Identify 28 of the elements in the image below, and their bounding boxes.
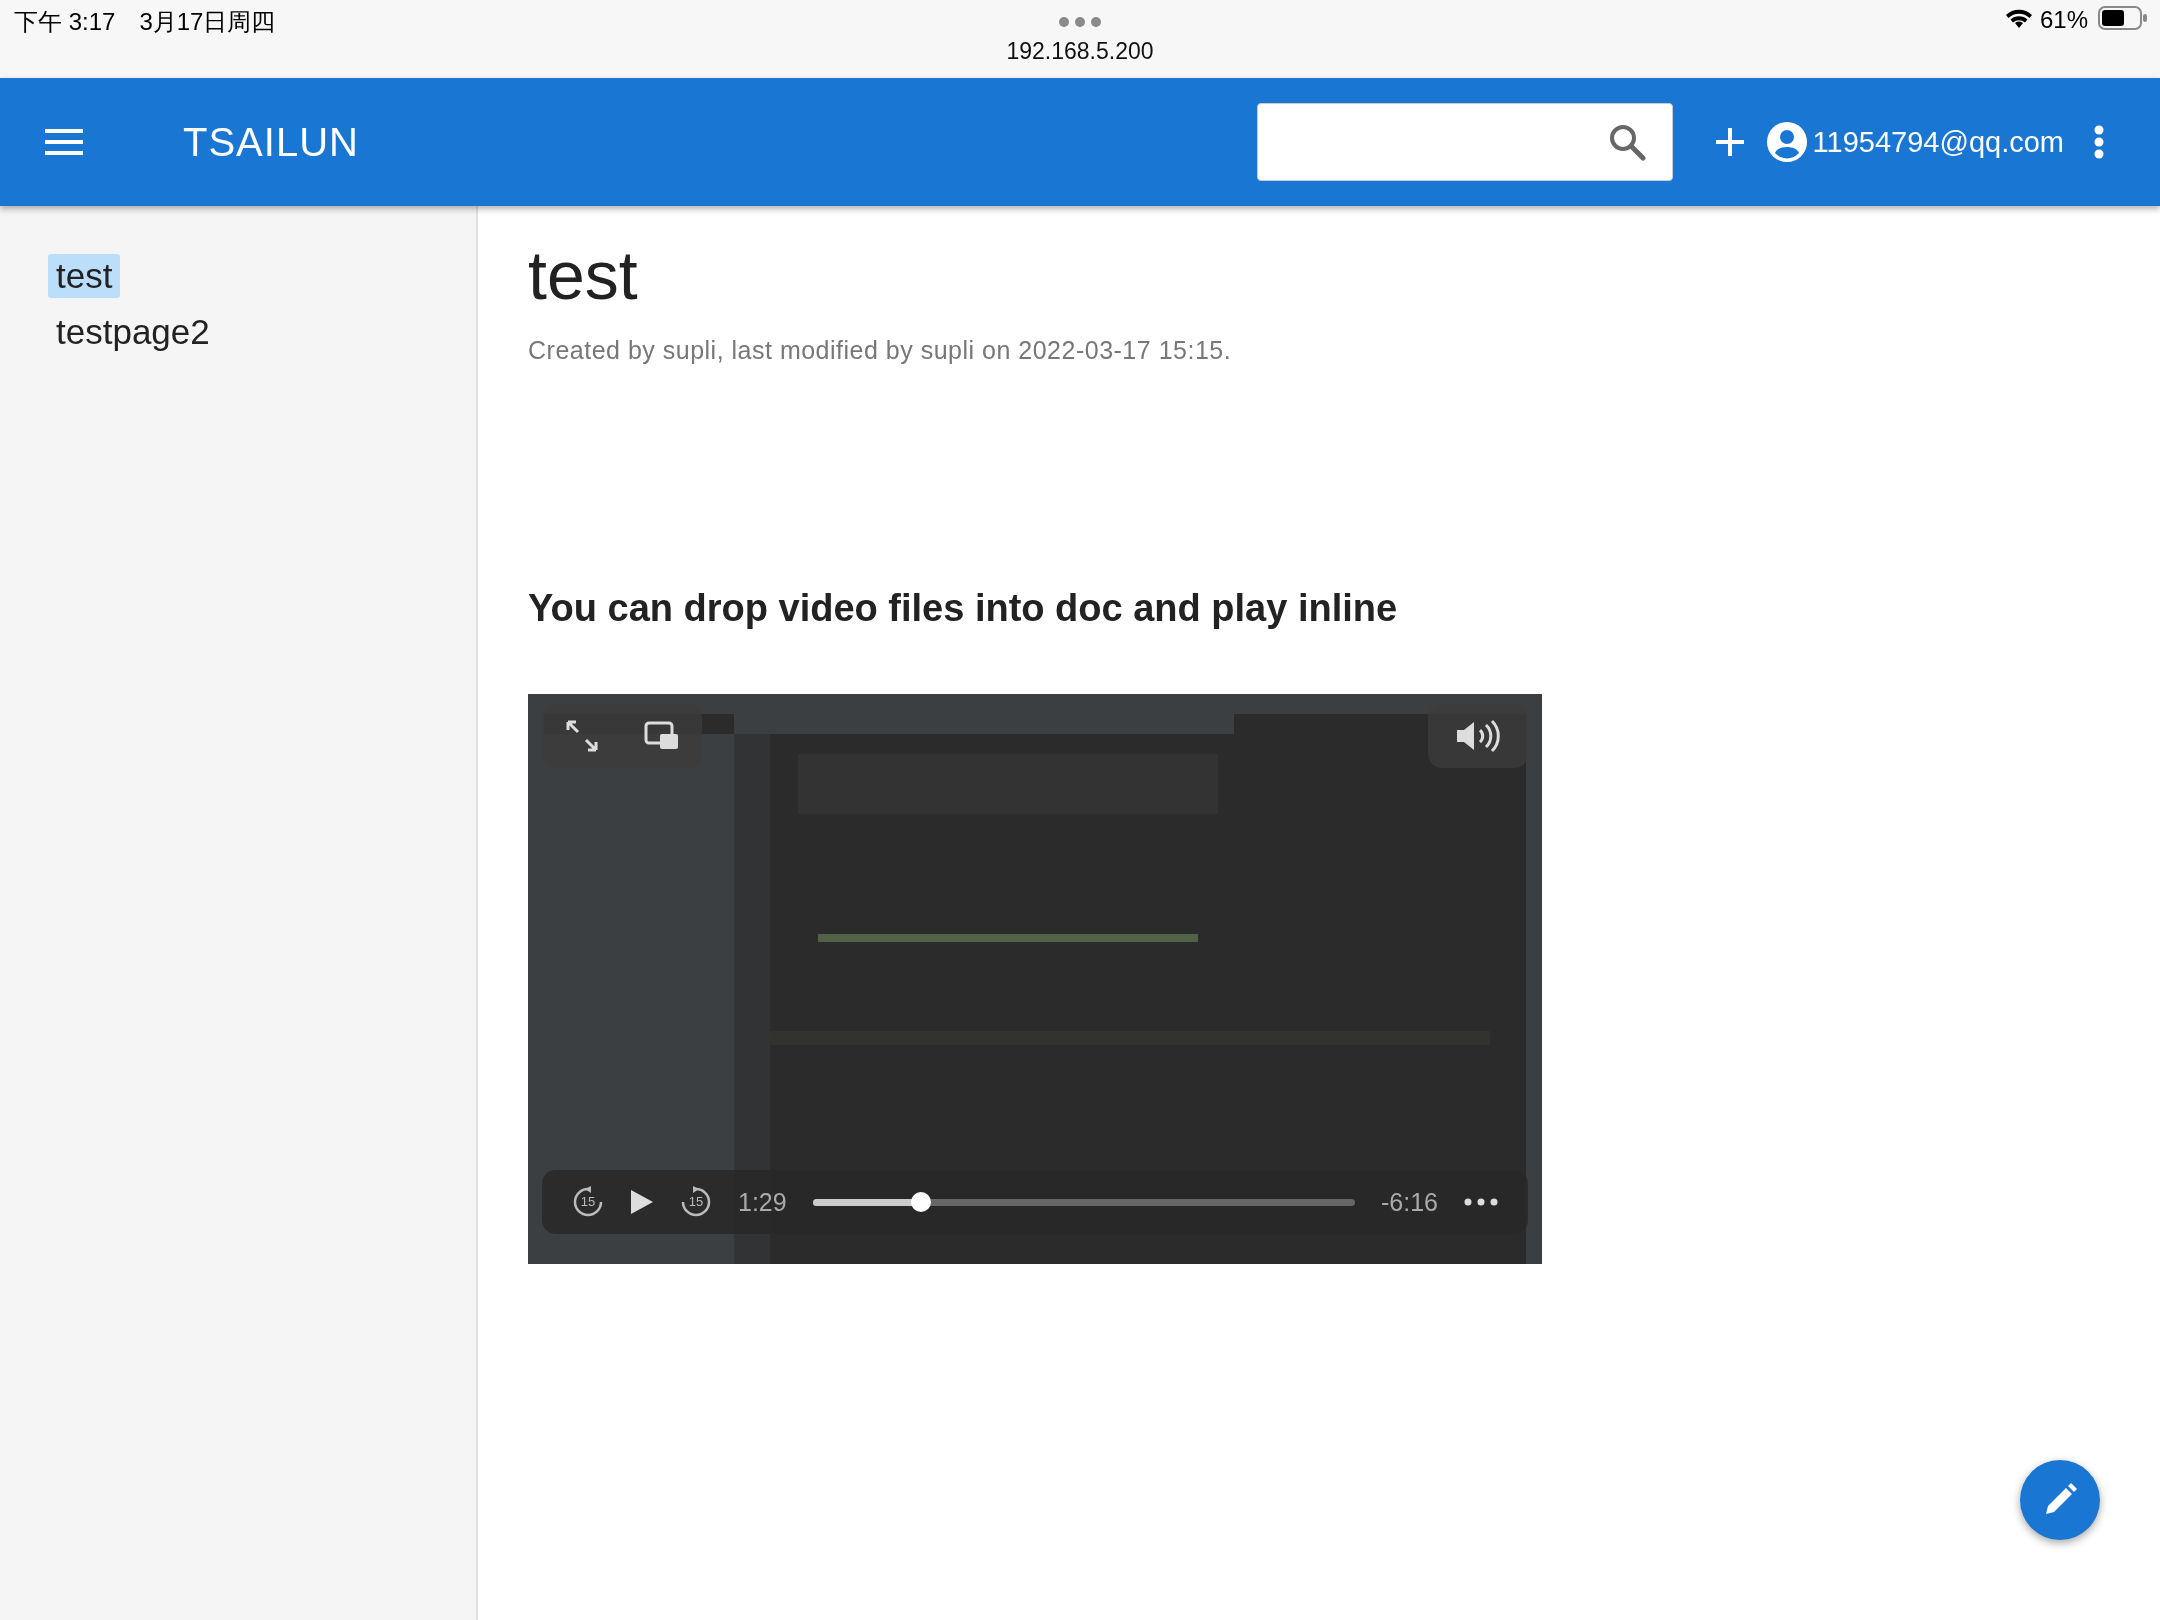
add-icon[interactable] <box>1714 127 1745 157</box>
picture-in-picture-icon[interactable] <box>643 721 680 751</box>
sidebar-item[interactable]: test <box>48 254 121 298</box>
page-title: test <box>528 236 639 314</box>
elapsed-time: 1:29 <box>738 1187 787 1217</box>
account-button[interactable]: 11954794@qq.com <box>1766 122 2064 162</box>
search-icon[interactable] <box>1607 123 1646 161</box>
sidebar-item[interactable]: testpage2 <box>48 310 218 354</box>
progress-thumb[interactable] <box>911 1191 932 1212</box>
skip-forward-button[interactable]: 15 <box>680 1186 712 1218</box>
account-icon <box>1766 122 1807 162</box>
battery-icon <box>2098 6 2148 30</box>
expand-icon[interactable] <box>564 719 599 753</box>
page-meta: Created by supli, last modified by supli on 2022-03-17 15:15. <box>528 336 1233 365</box>
app-title: TSAILUN <box>183 119 359 165</box>
search-field[interactable] <box>1256 103 1673 181</box>
remaining-time: -6:16 <box>1381 1187 1438 1217</box>
menu-icon[interactable] <box>45 129 83 155</box>
status-date: 3月17日周四 <box>139 7 276 37</box>
edit-button[interactable] <box>2020 1460 2100 1540</box>
volume-icon[interactable] <box>1455 719 1501 753</box>
more-icon[interactable] <box>1464 1198 1498 1206</box>
battery-percent: 61% <box>2039 6 2088 34</box>
section-heading: You can drop video files into doc and play inline <box>528 587 1399 630</box>
play-icon[interactable] <box>630 1189 654 1215</box>
url-text[interactable]: 192.168.5.200 <box>1006 38 1154 65</box>
status-time: 下午 3:17 <box>14 7 116 37</box>
skip-back-button[interactable]: 15 <box>572 1186 604 1218</box>
